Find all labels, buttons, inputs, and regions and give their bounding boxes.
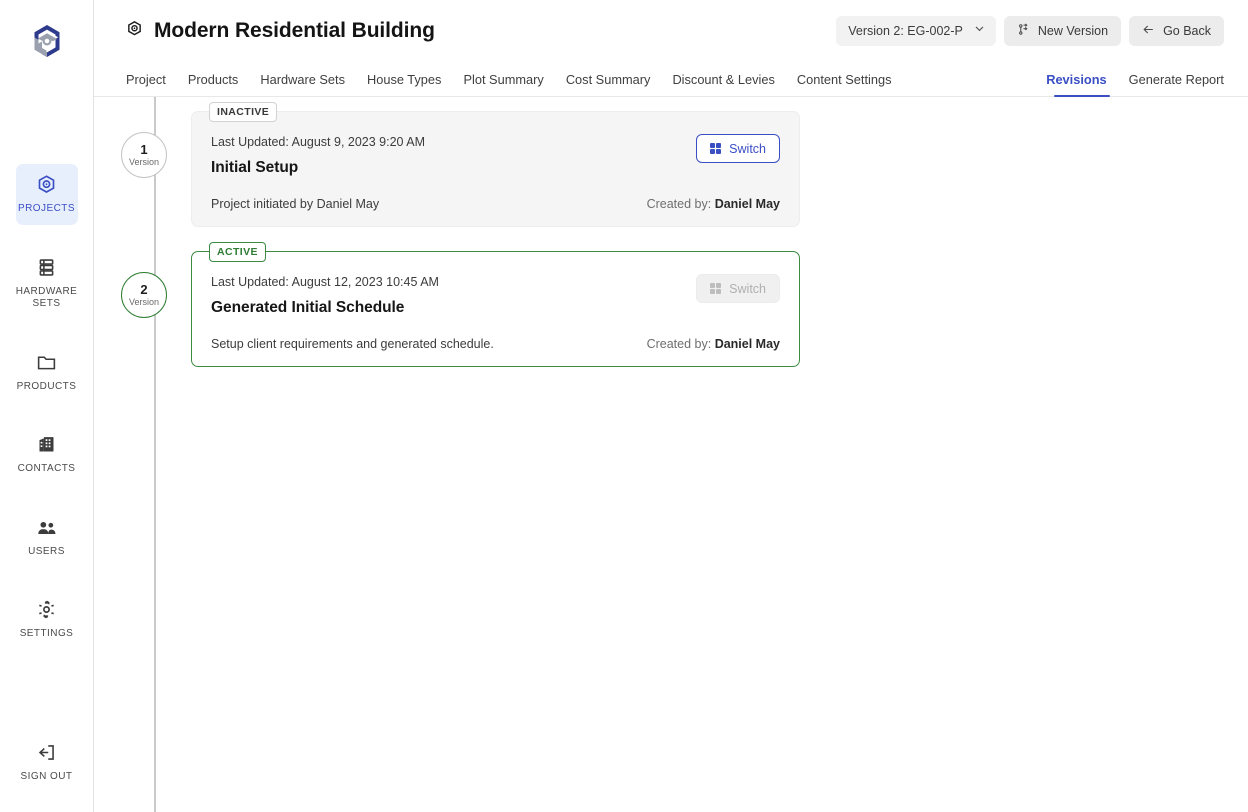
title-group: Modern Residential Building <box>126 19 435 43</box>
header-actions: Version 2: EG-002-P New Version Go Back <box>836 15 1224 46</box>
revision-card[interactable]: INACTIVE Last Updated: August 9, 2023 9:… <box>191 102 800 227</box>
sidebar-item-users[interactable]: USERS <box>16 507 78 568</box>
last-updated-text: Last Updated: August 12, 2023 10:45 AM <box>211 275 439 289</box>
sidebar-item-label: PROJECTS <box>18 203 75 214</box>
secondary-tabs: Revisions Generate Report <box>1046 72 1224 97</box>
tab-cost-summary[interactable]: Cost Summary <box>555 72 662 96</box>
created-by-name: Daniel May <box>714 197 780 211</box>
content-area: 1 Version INACTIVE Last Updated: August … <box>94 97 1248 812</box>
switch-button: Switch <box>695 274 780 303</box>
revisions-list: 1 Version INACTIVE Last Updated: August … <box>94 97 1248 367</box>
go-back-label: Go Back <box>1163 23 1211 38</box>
sidebar-item-settings[interactable]: SETTINGS <box>16 589 78 650</box>
logo-svg <box>34 25 59 57</box>
version-marker-number: 1 <box>140 141 148 157</box>
tab-discount-levies[interactable]: Discount & Levies <box>661 72 785 96</box>
status-badge: INACTIVE <box>209 102 278 122</box>
revision-description: Setup client requirements and generated … <box>211 337 494 351</box>
building-icon <box>36 434 57 456</box>
chevron-down-icon <box>973 22 986 40</box>
grid-squares-icon <box>709 142 722 155</box>
tab-products[interactable]: Products <box>177 72 250 96</box>
version-select-value: Version 2: EG-002-P <box>848 23 963 38</box>
version-select[interactable]: Version 2: EG-002-P <box>836 15 996 46</box>
hardware-stack-icon <box>36 257 57 279</box>
revision-card-top: Last Updated: August 9, 2023 9:20 AM Ini… <box>211 134 780 177</box>
switch-button-label: Switch <box>729 281 766 296</box>
sidebar-item-sign-out[interactable]: SIGN OUT <box>0 742 93 782</box>
version-marker-number: 2 <box>140 281 148 297</box>
users-group-icon <box>36 517 58 539</box>
version-marker-label: Version <box>128 296 160 307</box>
folder-icon <box>36 352 57 374</box>
tab-plot-summary[interactable]: Plot Summary <box>452 72 554 96</box>
git-branch-icon <box>1017 22 1030 39</box>
status-badge: ACTIVE <box>209 242 266 262</box>
tab-content-settings[interactable]: Content Settings <box>786 72 903 96</box>
hexagon-target-icon <box>126 20 143 42</box>
created-by-label: Created by: <box>646 197 712 211</box>
grid-squares-icon <box>709 282 722 295</box>
sign-out-icon <box>36 742 57 764</box>
sidebar-item-label: USERS <box>28 545 65 557</box>
page-title: Modern Residential Building <box>154 18 435 42</box>
sidebar-nav: PROJECTS HARDWARE SETS PRODUCTS CONTACTS… <box>0 164 93 672</box>
sign-out-label: SIGN OUT <box>20 771 73 782</box>
tab-generate-report[interactable]: Generate Report <box>1118 72 1224 96</box>
sidebar-item-products[interactable]: PRODUCTS <box>16 342 78 403</box>
sidebar-item-label: CONTACTS <box>17 463 76 474</box>
primary-tabs: Project Products Hardware Sets House Typ… <box>126 72 903 96</box>
page-header: Modern Residential Building Version 2: E… <box>94 0 1248 61</box>
main-area: Modern Residential Building Version 2: E… <box>94 0 1248 812</box>
gear-icon <box>36 599 57 621</box>
tab-bar: Project Products Hardware Sets House Typ… <box>94 61 1248 97</box>
arrow-left-icon <box>1142 23 1155 39</box>
tab-project[interactable]: Project <box>126 72 177 96</box>
company-hexagon-logo[interactable] <box>20 14 74 68</box>
revision-card-text: Last Updated: August 9, 2023 9:20 AM Ini… <box>211 134 425 177</box>
revision-card-bottom: Project initiated by Daniel May Created … <box>211 197 780 211</box>
sidebar-item-label: HARDWARE SETS <box>15 285 78 310</box>
last-updated-text: Last Updated: August 9, 2023 9:20 AM <box>211 135 426 149</box>
hexagon-target-icon <box>36 174 57 196</box>
sidebar: PROJECTS HARDWARE SETS PRODUCTS CONTACTS… <box>0 0 94 812</box>
version-marker: 2 Version <box>121 272 167 318</box>
revision-card-bottom: Setup client requirements and generated … <box>211 337 780 351</box>
created-by-name: Daniel May <box>714 337 780 351</box>
tab-hardware-sets[interactable]: Hardware Sets <box>249 72 356 96</box>
revision-title: Initial Setup <box>211 159 299 176</box>
revision-card-text: Last Updated: August 12, 2023 10:45 AM G… <box>211 274 439 317</box>
new-version-label: New Version <box>1037 23 1109 38</box>
created-by-label: Created by: <box>646 337 712 351</box>
switch-button-label: Switch <box>729 141 766 156</box>
sidebar-item-contacts[interactable]: CONTACTS <box>16 424 78 485</box>
revision-description: Project initiated by Daniel May <box>211 197 380 211</box>
revision-card[interactable]: ACTIVE Last Updated: August 12, 2023 10:… <box>191 242 800 367</box>
revision-row: 1 Version INACTIVE Last Updated: August … <box>94 102 1248 227</box>
app-root: PROJECTS HARDWARE SETS PRODUCTS CONTACTS… <box>0 0 1248 812</box>
version-marker-label: Version <box>128 156 160 167</box>
tab-house-types[interactable]: House Types <box>356 72 452 96</box>
revision-card-top: Last Updated: August 12, 2023 10:45 AM G… <box>211 274 780 317</box>
revision-creator: Created by: Daniel May <box>647 337 780 351</box>
revision-creator: Created by: Daniel May <box>647 197 780 211</box>
version-marker: 1 Version <box>121 132 167 178</box>
sidebar-item-label: PRODUCTS <box>16 380 77 392</box>
go-back-button[interactable]: Go Back <box>1129 15 1224 46</box>
sidebar-item-label: SETTINGS <box>19 628 74 639</box>
tab-revisions[interactable]: Revisions <box>1046 72 1117 97</box>
sidebar-item-projects[interactable]: PROJECTS <box>15 164 78 225</box>
sidebar-item-hardware-sets[interactable]: HARDWARE SETS <box>16 247 78 320</box>
switch-button[interactable]: Switch <box>695 134 780 163</box>
revision-title: Generated Initial Schedule <box>211 299 405 316</box>
revision-row: 2 Version ACTIVE Last Updated: August 12… <box>94 242 1248 367</box>
new-version-button[interactable]: New Version <box>1003 15 1122 46</box>
